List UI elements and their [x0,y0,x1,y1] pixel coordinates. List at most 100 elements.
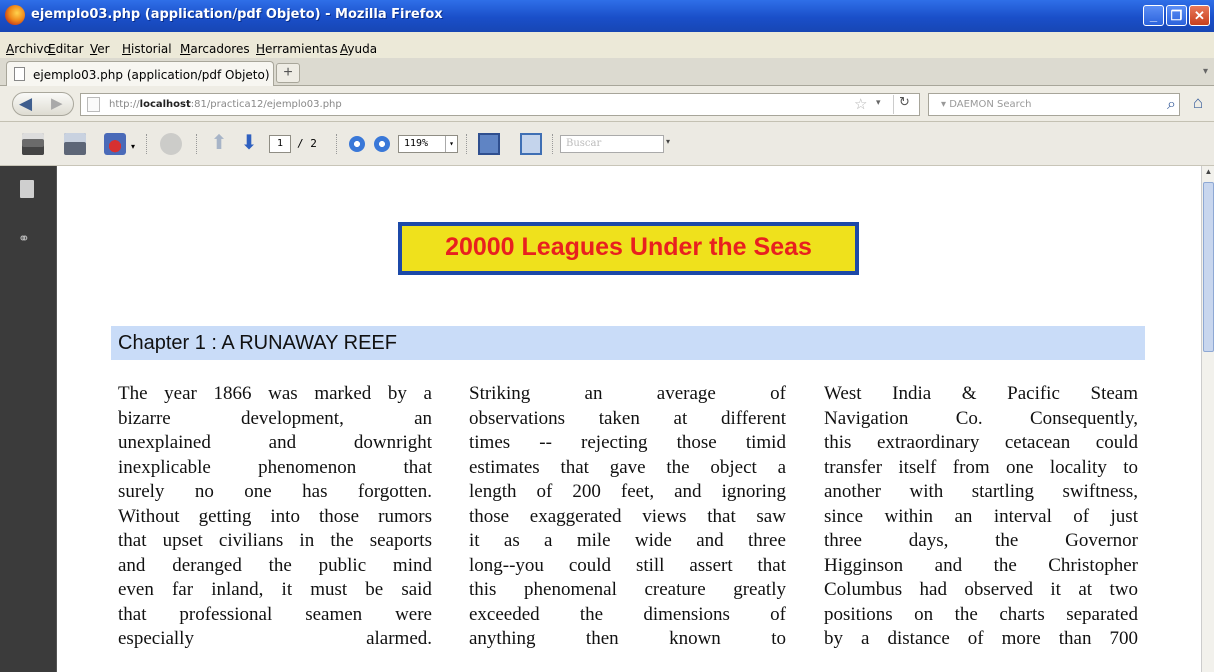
firefox-logo-icon [5,5,25,25]
text-line: observations taken at different [469,407,786,429]
menu-ver[interactable]: Ver [90,42,110,56]
menu-marcadores[interactable]: Marcadores [180,42,250,56]
text-line: positions on the charts separated [824,603,1138,625]
window-title: ejemplo03.php (application/pdf Objeto) -… [31,7,443,22]
acrobat-share-icon[interactable] [104,133,126,155]
maximize-button[interactable]: ❐ [1166,5,1187,26]
url-history-dropdown-icon[interactable]: ▾ [876,98,881,108]
reload-icon[interactable]: ↻ [893,95,915,114]
attachments-icon[interactable]: ⚭ [18,230,30,247]
save-icon[interactable] [64,133,86,155]
text-column-3: West India & Pacific Steam Navigation Co. Conse… [824,382,1138,652]
share-dropdown-icon[interactable]: ▾ [131,142,135,151]
text-line: length of 200 feet, and ignoring [469,481,786,502]
minimize-button[interactable]: _ [1143,5,1164,26]
text-line: this extraordinary cetacean could [824,432,1138,453]
fit-width-icon[interactable] [520,133,542,155]
zoom-dropdown-icon[interactable]: ▾ [445,136,457,152]
comment-icon[interactable] [160,133,182,155]
url-host: localhost [139,99,191,110]
bookmark-star-icon[interactable]: ☆ [854,95,867,113]
text-line: that professional seamen were [118,603,432,625]
forward-arrow-icon[interactable]: ▶ [51,94,63,112]
document-title: 20000 Leagues Under the Seas [445,233,812,261]
search-input[interactable]: ▾ DAEMON Search ⌕ [928,93,1180,116]
print-icon[interactable] [22,133,44,155]
menu-bar: Archivo Editar Ver Historial Marcadores … [0,32,1214,58]
menu-ayuda[interactable]: Ayuda [340,42,377,56]
text-line: and deranged the public mind [118,554,432,576]
search-icon[interactable]: ⌕ [1167,94,1176,114]
url-bar[interactable]: http://localhost:81/practica12/ejemplo03… [80,93,920,116]
zoom-select[interactable]: 119% ▾ [398,135,458,153]
menu-herramientas[interactable]: Herramientas [256,42,338,56]
find-input[interactable]: Buscar [560,135,664,153]
text-line: it as a mile wide and three [469,530,786,551]
text-line: that upset civilians in the seaports [118,530,432,551]
menu-historial[interactable]: Historial [122,42,172,56]
tab-ejemplo03[interactable]: ejemplo03.php (application/pdf Objeto) [6,61,274,86]
pdf-toolbar: ▾ ⬆ ⬇ 1 / 2 119% ▾ Buscar ▾ [0,122,1214,166]
vertical-scrollbar[interactable]: ▲ [1201,166,1214,672]
pdf-navigation-pane: ⚭ [0,166,56,672]
new-tab-button[interactable]: + [276,63,300,83]
text-line: even far inland, it must be said [118,579,432,600]
tab-bar: ejemplo03.php (application/pdf Objeto) +… [0,58,1214,86]
menu-editar[interactable]: Editar [48,42,84,56]
chapter-heading: Chapter 1 : A RUNAWAY REEF [111,326,1145,360]
text-line: inexplicable phenomenon that [118,456,432,478]
text-column-2: Striking an average of observations taken at di… [469,382,786,652]
close-button[interactable]: ✕ [1189,5,1210,26]
back-arrow-icon[interactable]: ◀ [19,94,32,114]
document-title-box: 20000 Leagues Under the Seas [398,222,859,275]
fit-page-icon[interactable] [478,133,500,155]
text-line: The year 1866 was marked by a [118,383,432,404]
page-favicon-icon [14,67,25,81]
text-line: surely no one has forgotten. [118,481,432,502]
text-line: by a distance of more than 700 [824,628,1138,649]
page-number-input[interactable]: 1 [269,135,291,153]
search-placeholder: DAEMON Search [949,99,1032,110]
next-page-icon[interactable]: ⬇ [238,133,260,155]
tab-list-arrow-icon[interactable]: ▾ [1203,66,1208,77]
zoom-in-icon[interactable] [374,136,390,152]
text-line: this phenomenal creature greatly [469,579,786,600]
text-line: transfer itself from one locality to [824,456,1138,478]
text-line: Columbus had observed it at two [824,579,1138,600]
previous-page-icon[interactable]: ⬆ [208,133,230,155]
text-line: another with startling swiftness, [824,481,1138,502]
scrollbar-thumb[interactable] [1203,182,1214,352]
text-line: especially alarmed. [118,628,432,649]
scroll-up-icon[interactable]: ▲ [1203,167,1214,179]
text-line: Without getting into those rumors [118,505,432,527]
text-line: West India & Pacific Steam [824,383,1138,404]
toolbar-separator [336,134,337,154]
toolbar-separator [466,134,467,154]
navigation-bar: ◀ ▶ http://localhost:81/practica12/ejemp… [0,86,1214,122]
tab-label: ejemplo03.php (application/pdf Objeto) [33,68,270,82]
text-line: three days, the Governor [824,530,1138,551]
search-engine-label[interactable]: ▾ DAEMON Search [941,99,1031,110]
text-column-1: The year 1866 was marked by a bizarre developmen… [118,382,432,652]
menu-archivo[interactable]: Archivo [6,42,51,56]
text-line: those exaggerated views that saw [469,505,786,527]
url-text[interactable]: http://localhost:81/practica12/ejemplo03… [109,99,342,110]
url-path: :81/practica12/ejemplo03.php [190,99,342,110]
window-titlebar: ejemplo03.php (application/pdf Objeto) -… [0,0,1214,32]
site-identity-icon[interactable] [87,97,100,112]
text-line: Higginson and the Christopher [824,554,1138,576]
text-line: since within an interval of just [824,505,1138,527]
zoom-value: 119% [404,138,429,149]
find-dropdown-icon[interactable]: ▾ [666,137,670,146]
text-line: anything then known to [469,628,786,649]
url-scheme: http:// [109,99,140,110]
toolbar-separator [196,134,197,154]
text-line: times -- rejecting those timid [469,432,786,453]
text-line: estimates that gave the object a [469,456,786,478]
page-thumbnails-icon[interactable] [20,180,34,198]
zoom-out-icon[interactable] [349,136,365,152]
back-forward-group: ◀ ▶ [12,92,74,116]
text-line: bizarre development, an [118,407,432,429]
home-icon[interactable]: ⌂ [1186,93,1210,116]
toolbar-separator [552,134,553,154]
